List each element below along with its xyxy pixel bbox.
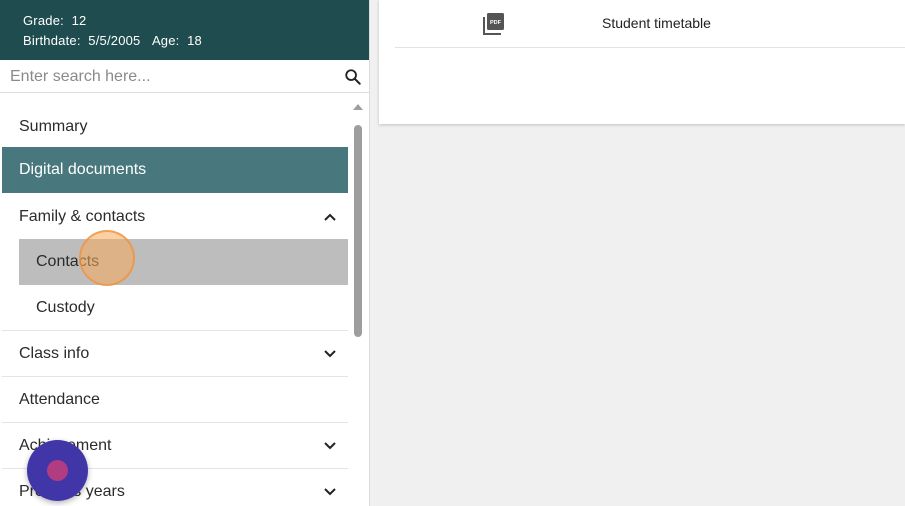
search-bar	[0, 61, 369, 93]
age-value: 18	[187, 33, 202, 48]
chevron-down-icon	[324, 441, 336, 449]
birthdate-label: Birthdate:	[23, 33, 81, 48]
grade-value: 12	[71, 13, 87, 28]
search-input[interactable]	[0, 61, 338, 93]
sidebar-item-label: Attendance	[19, 390, 100, 408]
sidebar-item-contacts[interactable]: Contacts	[19, 239, 348, 285]
sidebar-item-label: Family & contacts	[19, 208, 146, 225]
chevron-up-icon	[324, 213, 336, 221]
sidebar-item-summary[interactable]: Summary	[2, 104, 348, 150]
age-label: Age:	[151, 33, 180, 48]
grade-row: Grade: 12	[23, 11, 369, 31]
scroll-up-arrow-icon[interactable]	[353, 104, 363, 110]
sidebar-item-label: Custody	[36, 298, 95, 316]
search-icon[interactable]	[344, 68, 362, 86]
grade-label: Grade:	[23, 13, 64, 28]
sidebar-item-family-contacts[interactable]: Family & contacts	[2, 194, 348, 240]
sidebar-scrollbar[interactable]	[350, 96, 366, 506]
document-name[interactable]: Student timetable	[602, 15, 711, 31]
birthdate-value: 5/5/2005	[88, 33, 141, 48]
chevron-down-icon	[324, 487, 336, 495]
svg-text:PDF: PDF	[490, 20, 502, 26]
pdf-icon[interactable]: PDF	[483, 12, 505, 36]
sidebar-item-label: Class info	[19, 344, 90, 362]
sidebar-item-label: Digital documents	[19, 161, 147, 178]
floating-action-button[interactable]	[27, 440, 88, 501]
sidebar-item-class-info[interactable]: Class info	[2, 331, 348, 377]
chevron-down-icon	[324, 349, 336, 357]
sidebar-item-custody[interactable]: Custody	[2, 285, 348, 331]
click-indicator	[79, 230, 135, 286]
student-header: Grade: 12 Birthdate: 5/5/2005 Age: 18	[0, 0, 369, 60]
sidebar-item-label: Summary	[19, 117, 88, 135]
app-window: Grade: 12 Birthdate: 5/5/2005 Age: 18 Su…	[0, 0, 905, 506]
document-row[interactable]: PDF Student timetable	[395, 0, 905, 48]
record-dot-icon	[47, 460, 68, 481]
sidebar-item-attendance[interactable]: Attendance	[2, 377, 348, 423]
sidebar: Grade: 12 Birthdate: 5/5/2005 Age: 18 Su…	[0, 0, 370, 506]
documents-panel: PDF Student timetable	[379, 0, 905, 124]
scrollbar-thumb[interactable]	[354, 125, 362, 337]
sidebar-item-digital-documents[interactable]: Digital documents	[2, 147, 348, 193]
birthdate-row: Birthdate: 5/5/2005 Age: 18	[23, 31, 369, 51]
